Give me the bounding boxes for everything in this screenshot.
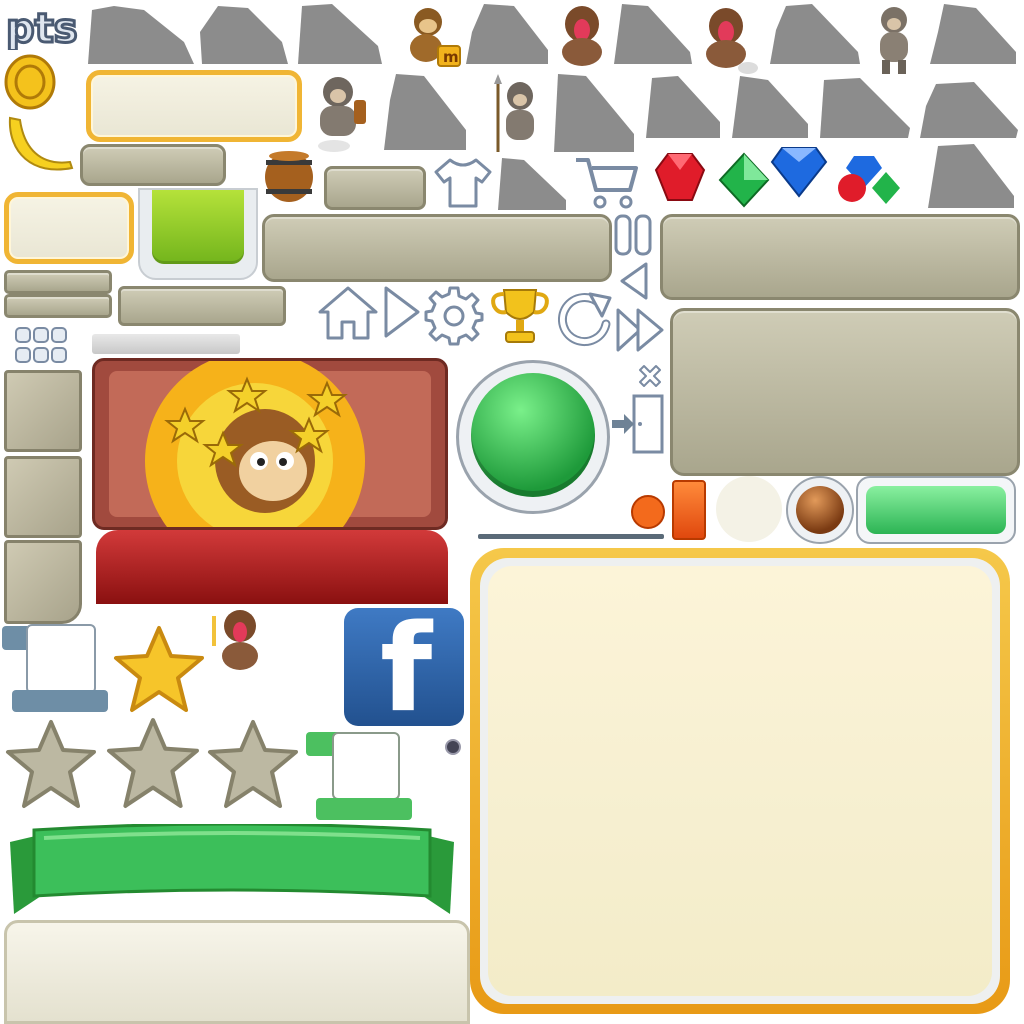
star-icon [114, 626, 204, 712]
tan-bar-stack-bottom [4, 294, 112, 318]
tan-tile-3 [4, 540, 82, 624]
gorilla-icon [880, 7, 908, 74]
ruby-gem-icon [654, 153, 706, 201]
banana-icon [8, 116, 74, 171]
restart-icon[interactable] [554, 288, 614, 348]
checkbox-blue[interactable] [26, 624, 96, 694]
green-pill-button[interactable] [856, 476, 1016, 544]
fast-forward-icon[interactable] [614, 306, 666, 354]
character-silhouette [920, 82, 1018, 138]
character-silhouette [466, 4, 548, 64]
character-silhouette [732, 76, 808, 138]
large-cream-panel [470, 548, 1010, 1014]
character-silhouette [498, 158, 566, 210]
pause-icon[interactable] [612, 214, 656, 256]
diamond-gem-icon [770, 147, 828, 198]
tan-panel-right-top [660, 214, 1020, 300]
orange-dot [631, 495, 665, 529]
tan-bar [80, 144, 226, 186]
exit-door-icon[interactable] [610, 392, 666, 456]
trophy-icon [491, 289, 549, 343]
gem-pile-icon [838, 156, 900, 204]
empty-star-icon [208, 720, 298, 808]
green-round-button[interactable] [456, 360, 610, 514]
green-tile [138, 188, 258, 280]
character-silhouette [820, 78, 910, 138]
tan-bar-small [324, 166, 426, 210]
tan-tile-1 [4, 370, 82, 452]
character-silhouette [930, 4, 1016, 64]
character-silhouette [88, 6, 194, 64]
character-silhouette [928, 144, 1014, 208]
cream-panel-small [86, 70, 302, 142]
red-banner [96, 530, 448, 608]
cart-icon[interactable] [572, 154, 642, 210]
gear-icon[interactable] [424, 286, 484, 346]
badge-letter: m [443, 48, 459, 66]
tan-panel-wide [262, 214, 612, 282]
brown-knob[interactable] [786, 476, 854, 544]
tan-tile-2 [4, 456, 82, 538]
character-silhouette [646, 76, 720, 138]
facebook-icon[interactable]: f [344, 608, 464, 726]
gray-slider-track [92, 334, 240, 354]
cream-panel-tiny [4, 192, 134, 264]
checkbox-green-base [316, 798, 412, 820]
gorilla-spear-icon [494, 74, 534, 152]
thin-slider-line [478, 534, 664, 539]
cream-footer-panel [4, 920, 470, 1024]
tan-bar-stack-top [4, 270, 112, 294]
back-arrow-icon[interactable] [618, 260, 650, 302]
facebook-letter: f [380, 608, 433, 726]
gorilla-jetpack-icon [318, 77, 366, 152]
mandrill-icon [562, 6, 602, 66]
barrel-icon [265, 151, 313, 202]
green-ribbon [10, 824, 454, 914]
checkbox-blue-base [12, 690, 108, 712]
play-icon[interactable] [382, 284, 422, 340]
character-silhouette [614, 4, 692, 64]
tan-bar-medium [118, 286, 286, 326]
grid-menu-icon[interactable] [14, 326, 76, 368]
character-silhouette [770, 4, 860, 64]
character-silhouette [298, 4, 382, 64]
close-icon[interactable] [634, 360, 666, 392]
monkey-badge-icon: m [410, 8, 461, 67]
orange-bar [672, 480, 706, 540]
pts-logo: pts [4, 4, 80, 54]
pts-logo-text: pts [6, 6, 78, 50]
character-silhouette [554, 74, 634, 152]
dizzy-monkey-card [92, 358, 448, 530]
character-silhouette [200, 6, 288, 64]
home-icon[interactable] [316, 284, 380, 342]
mandrill-jetpack-icon [706, 8, 758, 74]
checkbox-green[interactable] [332, 732, 400, 800]
shirt-icon[interactable] [432, 156, 494, 210]
emerald-gem-icon [718, 152, 770, 208]
cream-circle [716, 476, 782, 542]
coin-icon [4, 54, 56, 110]
empty-star-icon [6, 720, 96, 808]
empty-star-icon [107, 718, 199, 808]
mandrill-artist-icon [212, 610, 258, 670]
screw-icon [445, 739, 461, 755]
character-silhouette [384, 74, 466, 150]
tan-panel-right-large [670, 308, 1020, 476]
